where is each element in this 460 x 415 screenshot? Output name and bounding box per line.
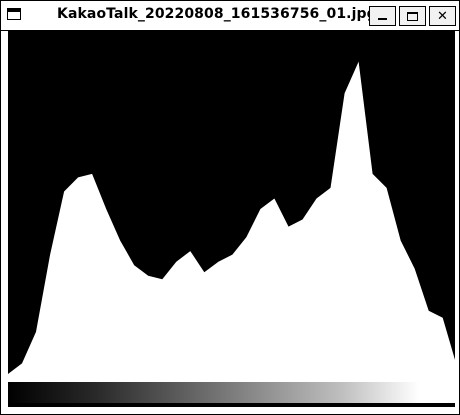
minimize-icon <box>378 18 387 20</box>
histogram-plot <box>8 30 455 381</box>
window-menu-icon[interactable] <box>7 8 21 20</box>
maximize-button[interactable] <box>399 6 426 26</box>
intensity-gradient-bar <box>8 382 455 407</box>
close-button[interactable]: ✕ <box>429 6 456 26</box>
maximize-icon <box>407 11 418 21</box>
close-icon: ✕ <box>437 8 448 24</box>
title-bar[interactable]: KakaoTalk_20220808_161536756_01.jpg ✕ <box>1 1 459 31</box>
histogram-svg <box>8 61 455 381</box>
minimize-button[interactable] <box>369 6 396 26</box>
histogram-window: KakaoTalk_20220808_161536756_01.jpg ✕ <box>0 0 460 415</box>
histogram-area <box>8 61 455 381</box>
window-title: KakaoTalk_20220808_161536756_01.jpg <box>57 6 377 22</box>
